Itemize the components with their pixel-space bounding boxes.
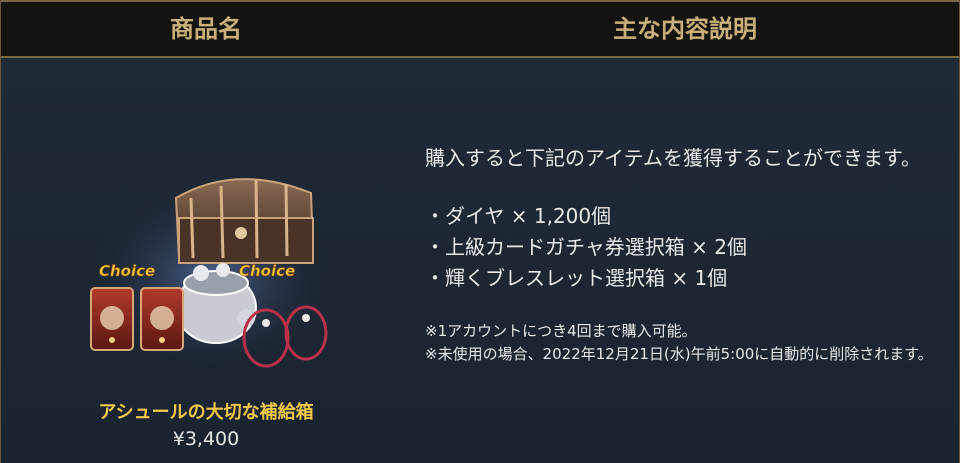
header-product-name: 商品名 (170, 15, 242, 43)
notes: ※1アカウントにつき4回まで購入可能。 ※未使用の場合、2022年12月21日(… (425, 320, 945, 366)
svg-text:Choice: Choice (239, 262, 295, 280)
description-cell: 購入すると下記のアイテムを獲得することができます。 ・ダイヤ × 1,200個 … (411, 58, 959, 463)
product-cell: Choice Choice アシュールの大切な補給箱 ¥3,400 (1, 58, 411, 463)
note-text: ※未使用の場合、2022年12月21日(水)午前5:00に自動的に削除されます。 (425, 345, 933, 363)
treasure-chest-bundle-icon: Choice Choice (86, 178, 336, 378)
product-table: 商品名 主な内容説明 Choice Choice アシュールの大切な補給箱 ¥3… (0, 0, 960, 463)
card-icon-left (90, 287, 134, 351)
list-item: ・輝くブレスレット選択箱 × 1個 (425, 266, 728, 290)
note-text: ※1アカウントにつき4回まで購入可能。 (425, 322, 697, 340)
card-icon-right (140, 287, 184, 351)
table-header: 商品名 主な内容説明 (1, 0, 959, 58)
product-price: ¥3,400 (172, 428, 240, 450)
list-item: ・ダイヤ × 1,200個 (425, 204, 612, 228)
product-name: アシュールの大切な補給箱 (98, 402, 314, 423)
description-intro: 購入すると下記のアイテムを獲得することができます。 (425, 146, 921, 170)
item-list: ・ダイヤ × 1,200個 ・上級カードガチャ券選択箱 × 2個 ・輝くブレスレ… (425, 201, 747, 294)
table-row: Choice Choice アシュールの大切な補給箱 ¥3,400 購入すると下… (1, 58, 959, 463)
chest-icon (174, 178, 315, 264)
list-item: ・上級カードガチャ券選択箱 × 2個 (425, 235, 747, 259)
svg-text:Choice: Choice (99, 262, 155, 280)
header-description: 主な内容説明 (613, 15, 757, 43)
